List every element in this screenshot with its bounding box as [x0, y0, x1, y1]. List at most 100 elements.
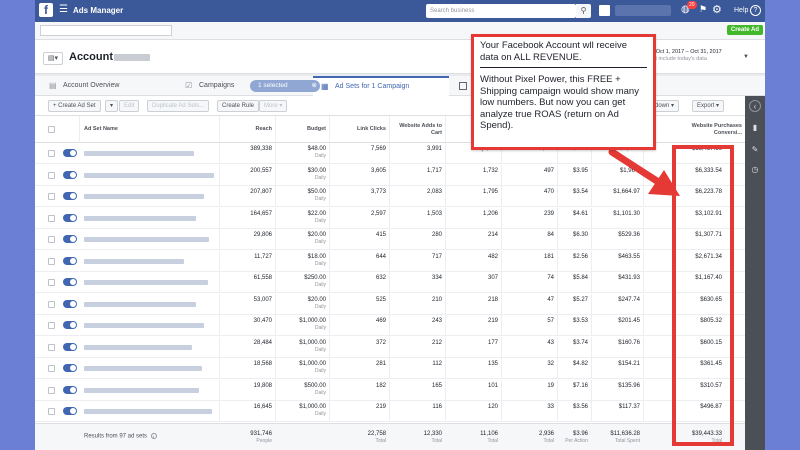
row-checkbox[interactable] [48, 214, 55, 222]
ad-set-name-redacted[interactable] [84, 301, 196, 307]
account-thumbnail[interactable] [599, 5, 610, 16]
row-status-toggle[interactable] [63, 364, 77, 372]
cell-value: $4.61 [572, 210, 588, 217]
cell-subtext: Daily [314, 239, 326, 245]
search-business-input[interactable]: Search business [426, 4, 576, 18]
ad-set-name-redacted[interactable] [84, 151, 194, 156]
table-row[interactable]: 164,657 $22.00 Daily 2,597 1,503 1,206 239 $4.6… [35, 207, 745, 229]
row-checkbox[interactable] [48, 236, 55, 243]
tab-ad-sets[interactable]: ▦ Ad Sets for 1 Campaign [313, 76, 449, 96]
export-button[interactable]: Export ▾ [692, 100, 725, 112]
menu-icon[interactable]: ☰ [59, 5, 68, 15]
date-range-picker[interactable]: nth: Oct 1, 2017 – Oct 31, 2017 s not in… [645, 49, 722, 63]
ad-set-name-redacted[interactable] [84, 323, 204, 328]
row-checkbox[interactable] [48, 300, 55, 308]
facebook-logo[interactable]: f [39, 3, 53, 17]
account-breadcrumb[interactable] [40, 25, 172, 36]
table-row[interactable]: 28,484 $1,000.00 Daily 372 212 177 43 $3.74 $160… [35, 336, 745, 358]
cell-atc: 210 [389, 293, 445, 315]
row-status-toggle[interactable] [63, 256, 77, 265]
row-status-toggle[interactable] [63, 407, 77, 415]
cell-value: $160.76 [618, 339, 640, 346]
ad-set-name-redacted[interactable] [84, 194, 204, 199]
row-status-toggle[interactable] [63, 149, 77, 157]
ad-set-name-redacted[interactable] [84, 387, 199, 393]
row-status-toggle[interactable] [63, 170, 77, 179]
info-icon[interactable]: i [150, 433, 157, 439]
col-budget[interactable]: Budget [275, 116, 329, 143]
create-rule-button[interactable]: Create Rule [217, 100, 260, 112]
row-checkbox[interactable] [48, 322, 55, 329]
edit-button[interactable]: Edit [119, 100, 140, 112]
duplicate-button[interactable]: Duplicate Ad Sets... [147, 100, 210, 112]
search-icon[interactable]: ⚲ [576, 4, 591, 18]
ad-set-name-redacted[interactable] [84, 409, 212, 414]
chevron-left-icon[interactable]: ‹ [749, 100, 761, 112]
create-ad-button[interactable]: Create Ad [726, 25, 763, 35]
table-row[interactable]: 18,568 $1,000.00 Daily 281 112 135 32 $4.82 $154… [35, 358, 745, 379]
row-status-toggle[interactable] [63, 192, 77, 200]
col-adds-to-cart[interactable]: Website Adds to Cart [389, 116, 445, 143]
create-dropdown-button[interactable]: ▾ [105, 100, 119, 112]
table-row[interactable]: 19,808 $500.00 Daily 182 165 101 19 $7.16 $135.9… [35, 379, 745, 401]
row-checkbox[interactable] [48, 279, 55, 286]
ad-set-name-redacted[interactable] [84, 280, 208, 285]
ad-set-name-redacted[interactable] [84, 172, 214, 178]
row-status-toggle[interactable] [63, 235, 77, 243]
row-checkbox[interactable] [48, 386, 55, 394]
cell-c9: $201.45 [591, 315, 643, 336]
table-row[interactable]: 53,007 $20.00 Daily 525 210 218 47 $5.27 $247.74… [35, 293, 745, 315]
account-selector[interactable]: ▤▾ [43, 52, 63, 65]
history-icon[interactable]: ◷ [749, 164, 761, 176]
row-status-toggle[interactable] [63, 321, 77, 329]
col-ad-set-name[interactable]: Ad Set Name [79, 116, 219, 143]
table-row[interactable]: 207,807 $50.00 Daily 3,773 2,083 1,795 470 $3.5… [35, 186, 745, 207]
ad-set-name-redacted[interactable] [84, 258, 184, 264]
flag-icon[interactable]: ⚑ [699, 4, 707, 15]
row-checkbox[interactable] [48, 343, 55, 351]
tab-account-overview[interactable]: ▤ Account Overview [41, 76, 177, 96]
row-checkbox[interactable] [48, 150, 55, 157]
row-checkbox[interactable] [48, 193, 55, 200]
edit-pencil-icon[interactable]: ✎ [749, 144, 761, 156]
ad-set-name-redacted[interactable] [84, 237, 209, 242]
close-icon[interactable]: ⊗ [312, 80, 317, 92]
table-row[interactable]: 16,645 $1,000.00 Daily 219 116 120 33 $3.56 $117… [35, 401, 745, 422]
cell-c6: 1,206 [445, 207, 501, 229]
row-status-toggle[interactable] [63, 385, 77, 394]
gear-icon[interactable]: ⚙ [712, 3, 722, 16]
select-all-checkbox[interactable] [48, 126, 55, 133]
col-link-clicks[interactable]: Link Clicks [329, 116, 389, 143]
row-checkbox[interactable] [48, 365, 55, 372]
cell-c8: $3.95 [557, 164, 591, 186]
col-website-purchases[interactable]: Website Purchases Conversi... [643, 116, 745, 143]
more-button[interactable]: More ▾ [259, 100, 288, 112]
col-reach[interactable]: Reach [219, 116, 275, 143]
ad-set-name-redacted[interactable] [84, 215, 196, 221]
selected-filter-pill[interactable]: 1 selected ⊗ [250, 80, 320, 92]
table-row[interactable]: 11,727 $18.00 Daily 644 717 482 181 $2.56 $463.5… [35, 250, 745, 272]
chevron-down-icon[interactable]: ▼ [743, 54, 749, 60]
help-icon[interactable]: ? [750, 5, 761, 16]
cell-clicks: 281 [329, 358, 389, 379]
table-row[interactable]: 30,470 $1,000.00 Daily 469 243 219 57 $3.53 $201… [35, 315, 745, 336]
table-row[interactable]: 29,806 $20.00 Daily 415 280 214 84 $6.30 $529.36… [35, 229, 745, 250]
row-checkbox[interactable] [48, 171, 55, 179]
row-checkbox[interactable] [48, 408, 55, 415]
create-ad-set-button[interactable]: + Create Ad Set [48, 100, 101, 112]
ads-tab-icon[interactable] [459, 82, 467, 90]
ad-set-name-redacted[interactable] [84, 344, 192, 350]
cell-value: 469 [375, 318, 386, 324]
row-checkbox[interactable] [48, 257, 55, 265]
table-row[interactable]: 61,558 $250.00 Daily 632 334 307 74 $5.84 $431.9… [35, 272, 745, 293]
table-row[interactable]: 200,557 $30.00 Daily 3,605 1,717 1,732 497 $3.9… [35, 164, 745, 186]
chart-icon[interactable]: ▮ [749, 122, 761, 134]
account-switcher[interactable] [615, 5, 671, 16]
cell-c7: 43 [501, 336, 557, 358]
row-status-toggle[interactable] [63, 342, 77, 351]
row-status-toggle[interactable] [63, 213, 77, 222]
row-status-toggle[interactable] [63, 299, 77, 308]
row-status-toggle[interactable] [63, 278, 77, 286]
help-link[interactable]: Help [734, 7, 748, 14]
ad-set-name-redacted[interactable] [84, 366, 202, 371]
